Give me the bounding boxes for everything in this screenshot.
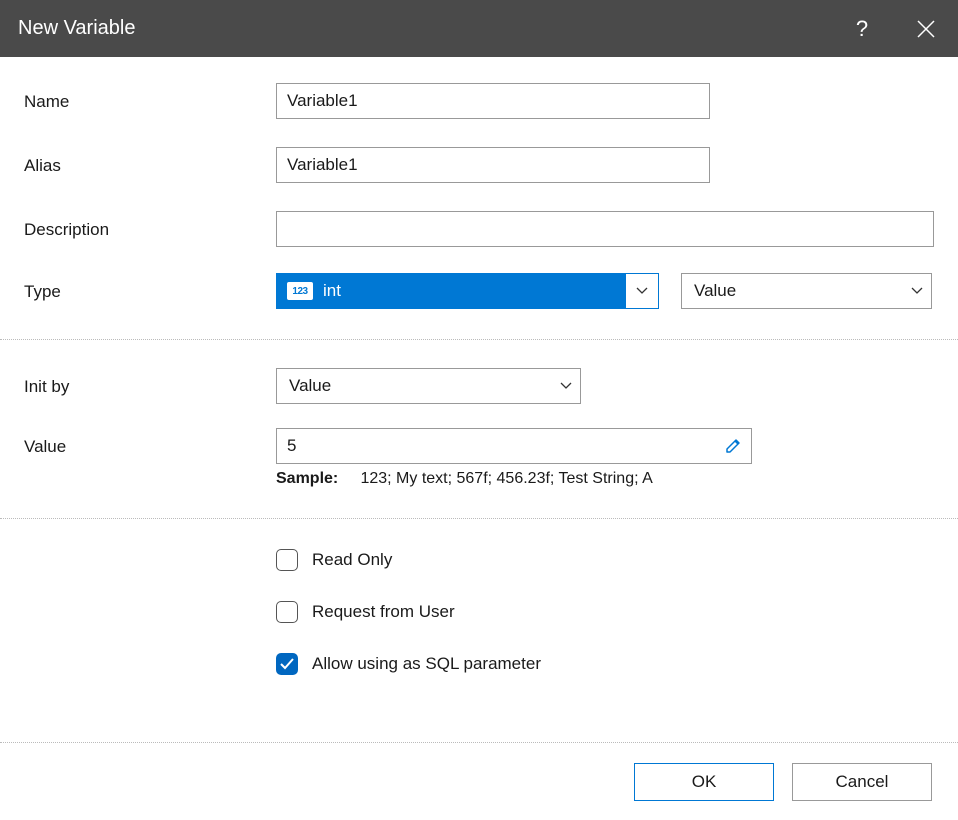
allow-sql-checkbox[interactable] <box>276 653 298 675</box>
value-edit-button[interactable] <box>715 429 751 463</box>
check-icon <box>280 658 294 670</box>
chevron-down-icon <box>636 287 648 295</box>
close-icon <box>917 20 935 38</box>
divider <box>0 339 958 340</box>
type-select[interactable]: 123 int <box>276 273 659 309</box>
sample-label: Sample: <box>276 470 356 488</box>
type-mode-select[interactable]: Value <box>681 273 932 309</box>
init-by-select[interactable]: Value <box>276 368 581 404</box>
titlebar: New Variable ? <box>0 0 958 57</box>
row-alias: Alias <box>0 147 958 183</box>
close-button[interactable] <box>894 0 958 57</box>
row-init-by: Init by Value <box>0 368 958 404</box>
description-label: Description <box>24 218 276 240</box>
row-sample: Sample: 123; My text; 567f; 456.23f; Tes… <box>0 470 958 488</box>
checkbox-row-request-from-user: Request from User <box>0 601 958 623</box>
value-input-wrap <box>276 428 752 464</box>
chevron-down-icon <box>911 287 923 295</box>
divider <box>0 518 958 519</box>
row-type: Type 123 int Value <box>0 273 958 309</box>
type-select-caret <box>626 274 658 308</box>
value-label: Value <box>24 435 276 457</box>
init-by-value: Value <box>289 376 552 396</box>
cancel-button[interactable]: Cancel <box>792 763 932 801</box>
read-only-checkbox[interactable] <box>276 549 298 571</box>
type-label: Type <box>24 280 276 302</box>
ok-button[interactable]: OK <box>634 763 774 801</box>
dialog-title: New Variable <box>18 17 830 40</box>
chevron-down-icon <box>560 382 572 390</box>
checkbox-row-allow-sql: Allow using as SQL parameter <box>0 653 958 675</box>
init-by-label: Init by <box>24 375 276 397</box>
type-select-value: int <box>323 281 626 301</box>
row-name: Name <box>0 83 958 119</box>
pencil-icon <box>725 438 741 454</box>
description-input[interactable] <box>276 211 934 247</box>
checkbox-row-read-only: Read Only <box>0 549 958 571</box>
type-badge-icon: 123 <box>287 282 313 300</box>
row-value: Value <box>0 428 958 464</box>
request-from-user-label[interactable]: Request from User <box>312 602 455 622</box>
dialog-footer: OK Cancel <box>0 742 958 820</box>
new-variable-dialog: New Variable ? Name Alias Description Ty… <box>0 0 958 820</box>
help-button[interactable]: ? <box>830 0 894 57</box>
name-input[interactable] <box>276 83 710 119</box>
help-icon: ? <box>856 16 868 42</box>
read-only-label[interactable]: Read Only <box>312 550 392 570</box>
alias-label: Alias <box>24 154 276 176</box>
allow-sql-label[interactable]: Allow using as SQL parameter <box>312 654 541 674</box>
value-input[interactable] <box>277 429 715 463</box>
name-label: Name <box>24 90 276 112</box>
type-mode-value: Value <box>694 281 903 301</box>
row-description: Description <box>0 211 958 247</box>
dialog-body: Name Alias Description Type 123 int <box>0 57 958 742</box>
sample-text: 123; My text; 567f; 456.23f; Test String… <box>360 470 652 487</box>
request-from-user-checkbox[interactable] <box>276 601 298 623</box>
alias-input[interactable] <box>276 147 710 183</box>
